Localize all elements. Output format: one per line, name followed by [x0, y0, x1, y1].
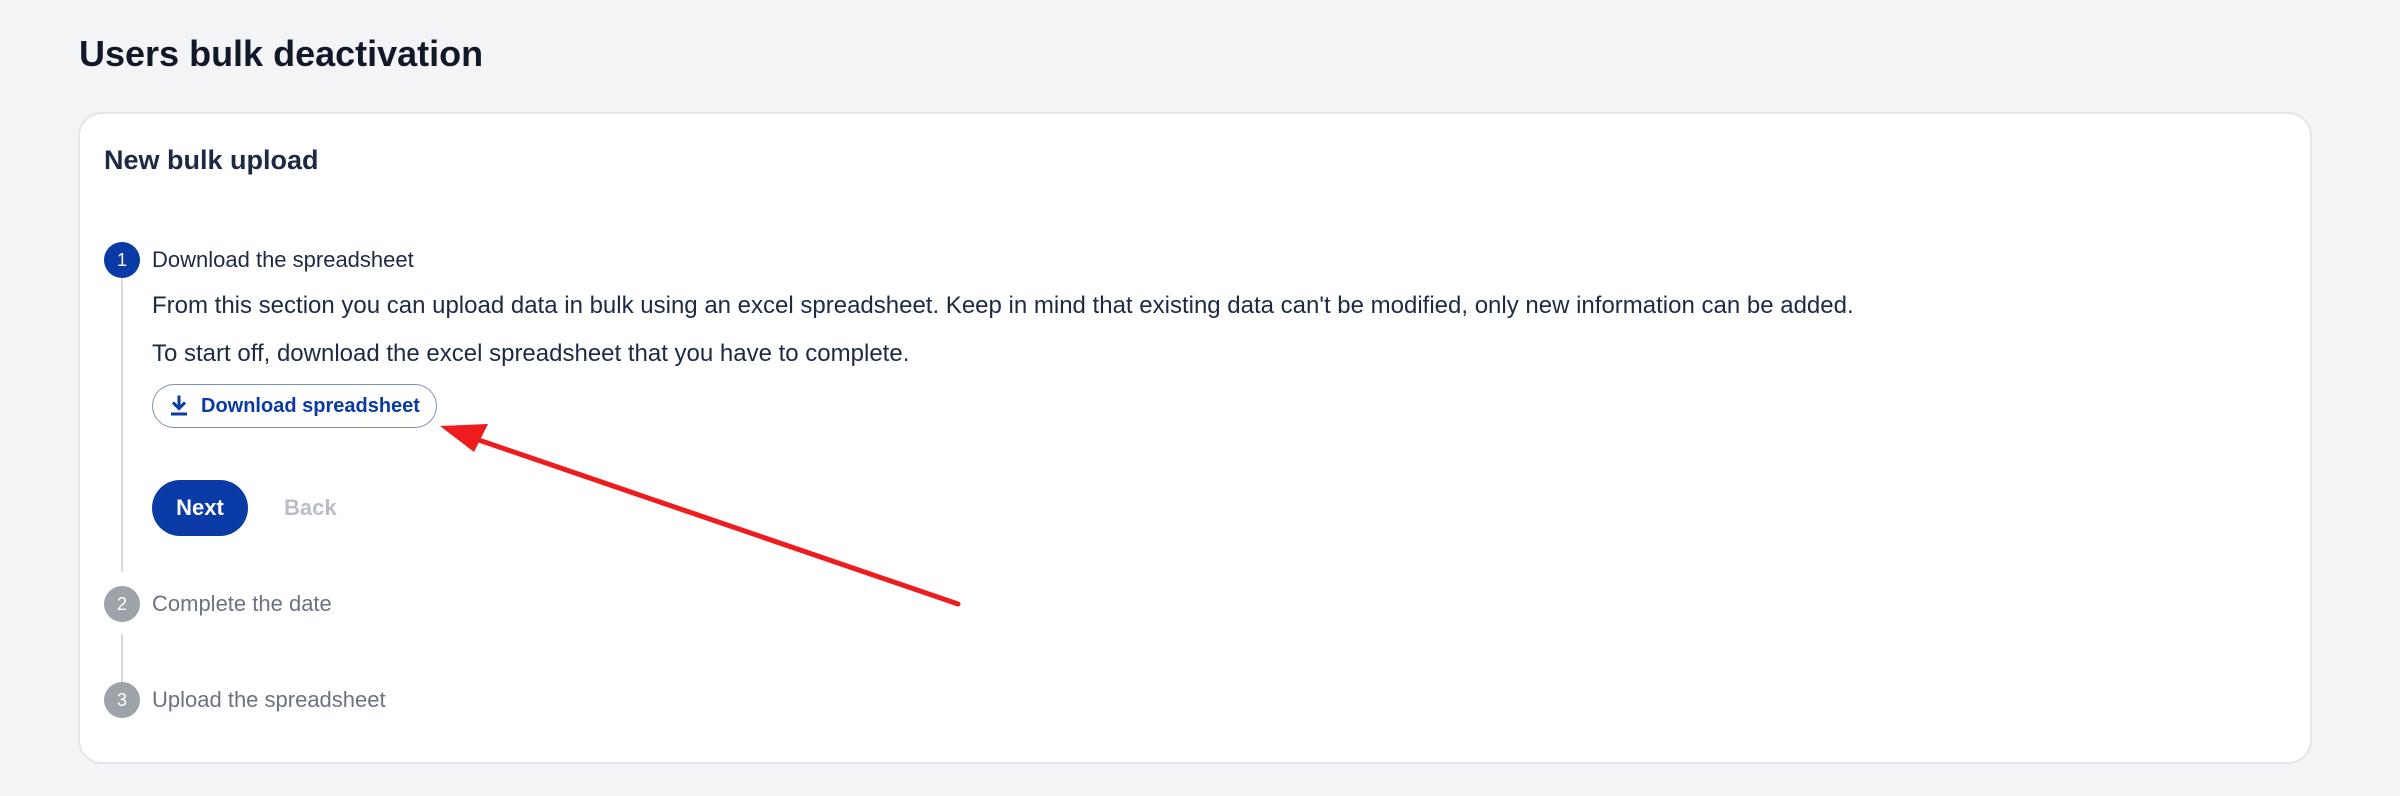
- download-icon: [171, 395, 187, 416]
- back-button[interactable]: Back: [272, 480, 349, 536]
- page: Users bulk deactivation New bulk upload …: [0, 0, 2400, 796]
- step-1-number: 1: [104, 242, 140, 278]
- download-spreadsheet-button[interactable]: Download spreadsheet: [152, 384, 437, 428]
- step-3-title: Upload the spreadsheet: [152, 687, 386, 712]
- bulk-upload-card: New bulk upload 1 Download the spreadshe…: [78, 112, 2312, 764]
- step-connector-1: [121, 276, 123, 572]
- step-2-number: 2: [104, 586, 140, 622]
- step-1-title: Download the spreadsheet: [152, 247, 414, 272]
- step-3-number: 3: [104, 682, 140, 718]
- card-title: New bulk upload: [104, 145, 319, 175]
- download-spreadsheet-label: Download spreadsheet: [201, 394, 420, 417]
- step-1-description: From this section you can upload data in…: [152, 292, 1854, 319]
- next-button[interactable]: Next: [152, 480, 248, 536]
- step-2-title: Complete the date: [152, 591, 332, 616]
- step-connector-2: [121, 634, 123, 682]
- page-title: Users bulk deactivation: [79, 33, 484, 74]
- step-1-instruction: To start off, download the excel spreads…: [152, 340, 910, 367]
